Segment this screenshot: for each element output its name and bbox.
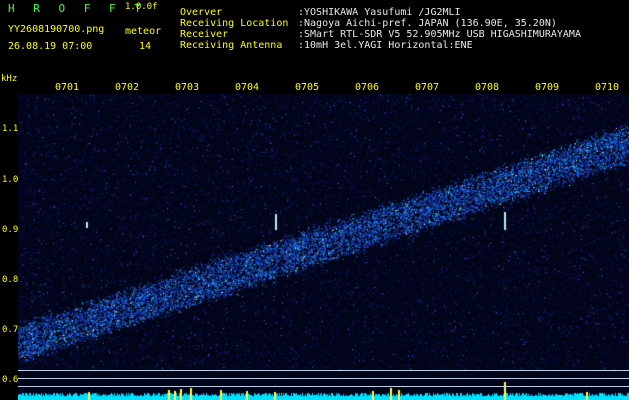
y-tick-label: 1.1 [2, 124, 19, 134]
info-value-receiver: :SMart RTL-SDR V5 52.905MHz USB HIGASHIM… [298, 29, 581, 40]
meteor-label: meteor [125, 26, 162, 37]
x-tick-label: 0705 [295, 82, 320, 93]
x-tick-label: 0710 [595, 82, 620, 93]
y-tick-label: 0.8 [2, 275, 19, 285]
x-tick-label: 0703 [175, 82, 200, 93]
info-value-antenna: :10mH 3el.YAGI Horizontal:ENE [298, 40, 473, 51]
x-tick-label: 0708 [475, 82, 500, 93]
x-tick-label: 0702 [115, 82, 140, 93]
spectrogram [18, 94, 629, 400]
x-tick-label: 0707 [415, 82, 440, 93]
meteor-count: 14 [139, 41, 152, 52]
x-tick-label: 0704 [235, 82, 260, 93]
y-tick-label: 0.7 [2, 325, 19, 335]
y-tick-label: 1.0 [2, 175, 19, 185]
info-label-location: Receiving Location [180, 18, 289, 29]
info-value-observer: :YOSHIKAWA Yasufumi /JG2MLI [298, 7, 461, 18]
x-tick-label: 0701 [55, 82, 80, 93]
x-tick-label: 0709 [535, 82, 560, 93]
hrofft-window: H R O F F T 1.0.0f YY2608190700.png 26.0… [0, 0, 629, 400]
date-time: 26.08.19 07:00 [8, 41, 93, 52]
y-tick-label: 0.6 [2, 375, 19, 385]
info-label-observer: Overver [180, 7, 223, 18]
baseline-line [18, 386, 629, 387]
y-tick-label: 0.9 [2, 225, 19, 235]
baseline-line [18, 378, 629, 379]
info-label-receiver: Receiver [180, 29, 229, 40]
info-value-location: :Nagoya Aichi-pref. JAPAN (136.90E, 35.2… [298, 18, 557, 29]
x-tick-label: 0706 [355, 82, 380, 93]
file-name: YY2608190700.png [8, 24, 105, 35]
baseline-line [18, 370, 629, 371]
y-axis-unit: kHz [1, 74, 18, 84]
spectrogram-canvas [18, 94, 629, 400]
app-version: 1.0.0f [125, 2, 158, 12]
info-label-antenna: Receiving Antenna [180, 40, 283, 51]
